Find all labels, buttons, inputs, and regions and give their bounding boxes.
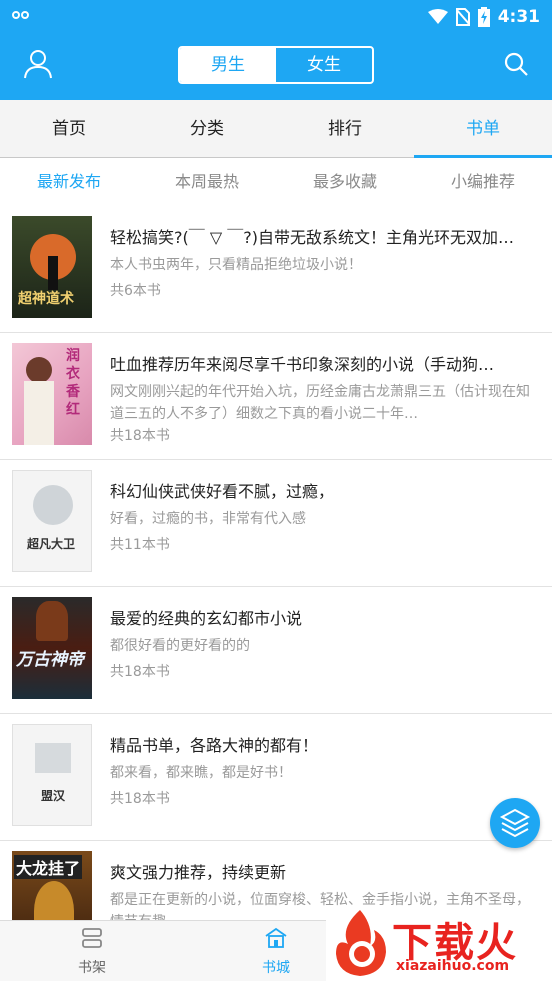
bookstore-icon (265, 927, 287, 948)
subtab-latest[interactable]: 最新发布 (0, 158, 138, 206)
flame-logo-icon (336, 910, 386, 976)
tab-booklist[interactable]: 书单 (414, 100, 552, 158)
book-cover: 超凡大卫 (12, 470, 92, 572)
booklist-count: 共18本书 (110, 428, 170, 444)
booklist-count: 共11本书 (110, 537, 170, 553)
layers-fab-button[interactable] (490, 798, 540, 848)
tab-ranking[interactable]: 排行 (276, 100, 414, 157)
book-cover: 润衣香红 (12, 343, 92, 445)
notification-icon (12, 8, 32, 20)
wifi-icon (427, 9, 448, 24)
gender-toggle: 男生 女生 (178, 46, 374, 84)
book-cover: 万古神帝 (12, 597, 92, 699)
subtab-most-favorited[interactable]: 最多收藏 (276, 158, 414, 206)
list-item[interactable]: 盟汉 精品书单，各路大神的都有！ 都来看，都来瞧，都是好书！ 共18本书 (0, 714, 552, 841)
list-item[interactable]: 超神道术 轻松搞笑?(￣ ▽ ￣?)自带无敌系统文！主角光环无双加… 本人书虫两… (0, 206, 552, 333)
main-tabs: 首页 分类 排行 书单 (0, 100, 552, 158)
booklist-title: 吐血推荐历年来阅尽享千书印象深刻的小说（手动狗… (110, 355, 495, 374)
booklist-count: 共6本书 (110, 283, 161, 299)
subtab-weekly-hot[interactable]: 本周最热 (138, 158, 276, 206)
booklist-desc: 本人书虫两年，只看精品拒绝垃圾小说！ (110, 257, 362, 273)
nav-bookshelf[interactable]: 书架 (0, 921, 184, 982)
watermark-url: xiazaihuo.com (396, 958, 510, 974)
book-cover: 大龙挂了 (12, 851, 92, 920)
status-bar: 4:31 (0, 0, 552, 34)
layers-icon (499, 808, 531, 838)
book-cover: 盟汉 (12, 724, 92, 826)
list-item[interactable]: 万古神帝 最爱的经典的玄幻都市小说 都很好看的更好看的的 共18本书 (0, 587, 552, 714)
list-item[interactable]: 润衣香红 吐血推荐历年来阅尽享千书印象深刻的小说（手动狗… 网文刚刚兴起的年代开… (0, 333, 552, 460)
booklist-desc: 网文刚刚兴起的年代开始入坑，历经金庸古龙萧鼎三五（估计现在知道三五的人不多了）细… (110, 384, 530, 422)
tab-category[interactable]: 分类 (138, 100, 276, 157)
booklist-title: 最爱的经典的玄幻都市小说 (110, 609, 303, 628)
tab-female[interactable]: 女生 (276, 48, 372, 82)
booklist-desc: 都来看，都来瞧，都是好书！ (110, 765, 292, 781)
book-cover: 超神道术 (12, 216, 92, 318)
user-icon[interactable] (22, 48, 54, 80)
booklist-title: 精品书单，各路大神的都有！ (110, 736, 319, 755)
search-icon[interactable] (502, 50, 530, 78)
booklist-list: 超神道术 轻松搞笑?(￣ ▽ ￣?)自带无敌系统文！主角光环无双加… 本人书虫两… (0, 206, 552, 920)
watermark: 下载火 xiazaihuo.com (326, 906, 552, 981)
app-header: 男生 女生 (0, 34, 552, 100)
tab-male[interactable]: 男生 (180, 48, 276, 82)
booklist-count: 共18本书 (110, 791, 170, 807)
battery-charging-icon (477, 7, 490, 27)
booklist-title: 轻松搞笑?(￣ ▽ ￣?)自带无敌系统文！主角光环无双加… (110, 228, 514, 247)
booklist-count: 共18本书 (110, 664, 170, 680)
booklist-desc: 好看，过瘾的书，非常有代入感 (110, 511, 306, 527)
booklist-title: 爽文强力推荐，持续更新 (110, 863, 287, 882)
sub-tabs: 最新发布 本周最热 最多收藏 小编推荐 (0, 158, 552, 206)
bookshelf-icon (82, 928, 102, 948)
subtab-editor-picks[interactable]: 小编推荐 (414, 158, 552, 206)
tab-home[interactable]: 首页 (0, 100, 138, 157)
list-item[interactable]: 超凡大卫 科幻仙侠武侠好看不腻，过瘾， 好看，过瘾的书，非常有代入感 共11本书 (0, 460, 552, 587)
no-sim-icon (455, 8, 470, 26)
status-time: 4:31 (497, 7, 540, 27)
booklist-title: 科幻仙侠武侠好看不腻，过瘾， (110, 482, 335, 501)
booklist-desc: 都很好看的更好看的的 (110, 638, 250, 654)
